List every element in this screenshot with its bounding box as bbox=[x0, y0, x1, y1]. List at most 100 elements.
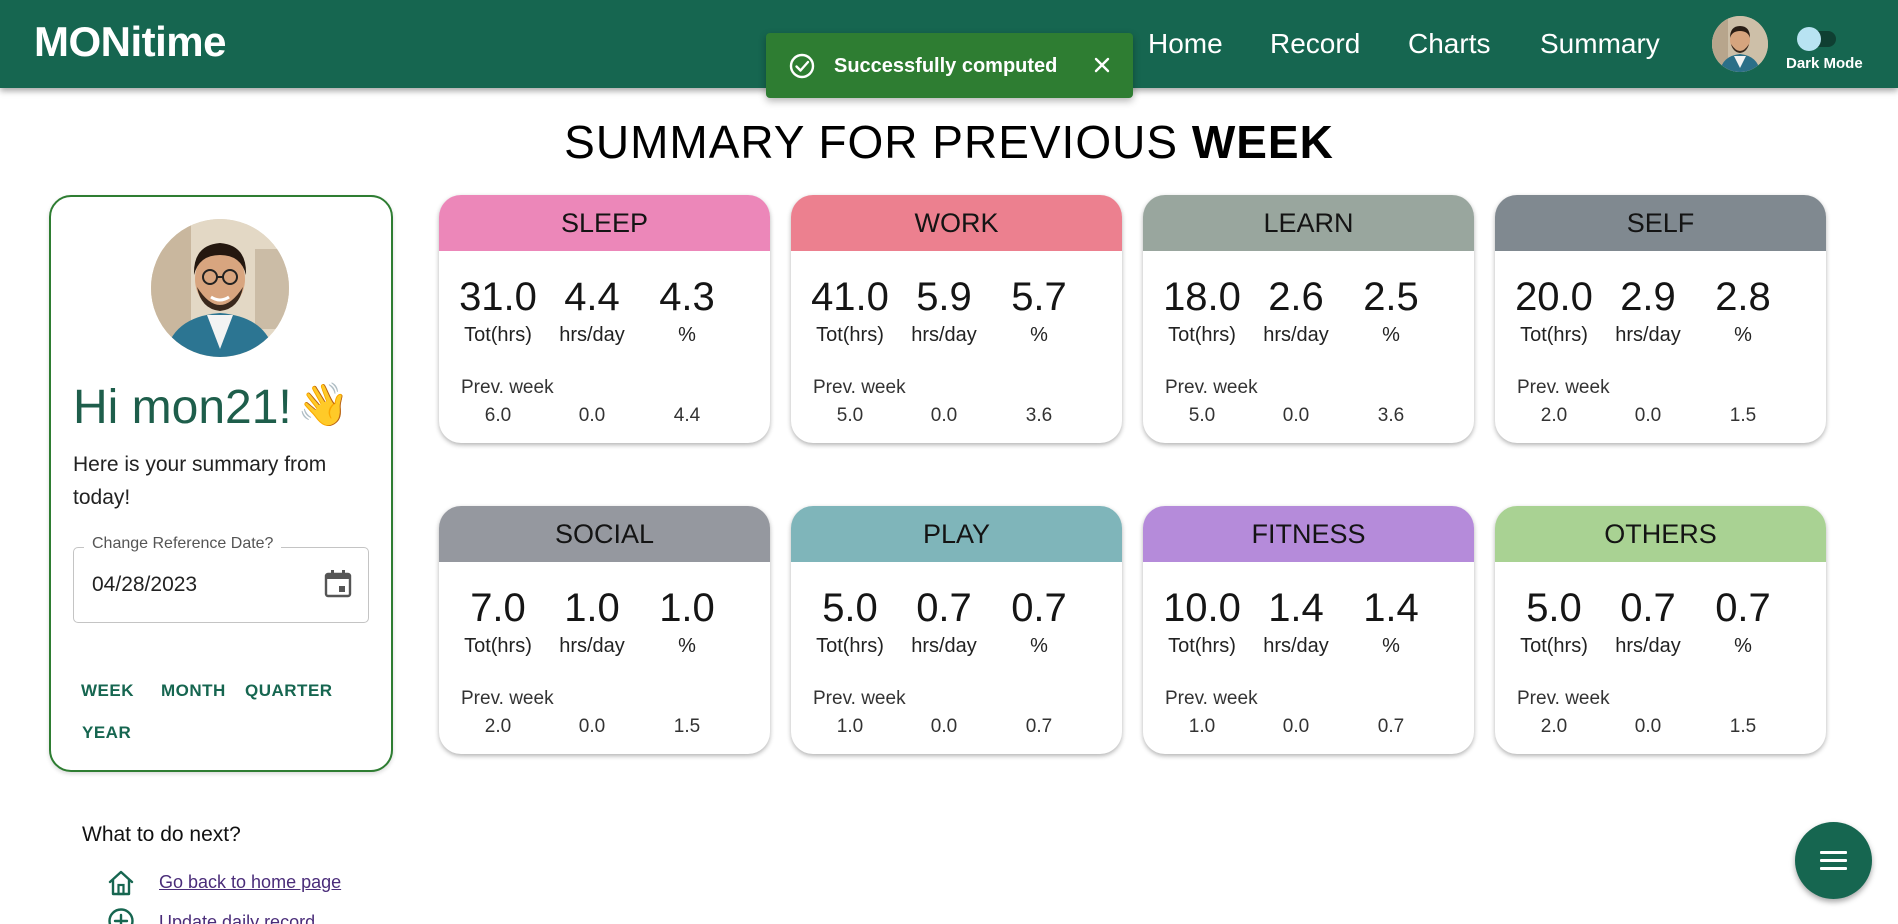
close-icon[interactable] bbox=[1088, 51, 1116, 79]
stat-percent-value: 2.5 bbox=[1363, 275, 1419, 319]
stat-percent-value: 0.7 bbox=[1011, 586, 1067, 630]
category-card-play: PLAY 5.0 Tot(hrs) 1.0 0.7 hrs/day 0.0 0.7% 0.7 Pr… bbox=[791, 506, 1122, 754]
stat-per-day-label: hrs/day bbox=[1615, 324, 1681, 346]
prev-week-label: Prev. week bbox=[813, 688, 906, 709]
category-title: OTHERS bbox=[1495, 506, 1826, 562]
stat-per-day-value: 0.7 bbox=[916, 586, 972, 630]
category-title: LEARN bbox=[1143, 195, 1474, 251]
waving-hand-icon: 👋 bbox=[297, 381, 350, 428]
menu-icon bbox=[1820, 851, 1847, 870]
category-title: PLAY bbox=[791, 506, 1122, 562]
success-snackbar: Successfully computed bbox=[766, 33, 1133, 98]
stat-percent-label: % bbox=[1382, 635, 1400, 657]
app-logo[interactable]: MONitime bbox=[34, 18, 227, 66]
category-title: SELF bbox=[1495, 195, 1826, 251]
category-title: FITNESS bbox=[1143, 506, 1474, 562]
prev-week-label: Prev. week bbox=[1165, 688, 1258, 709]
stat-per-day-label: hrs/day bbox=[911, 635, 977, 657]
category-card-work: WORK 41.0 Tot(hrs) 5.0 5.9 hrs/day 0.0 5.7% 3.6 P… bbox=[791, 195, 1122, 443]
stat-per-day-label: hrs/day bbox=[911, 324, 977, 346]
dark-mode-toggle-knob[interactable] bbox=[1797, 27, 1821, 51]
prev-week-label: Prev. week bbox=[1517, 377, 1610, 398]
reference-date-input[interactable]: 04/28/2023 bbox=[92, 573, 197, 597]
stat-per-day-label: hrs/day bbox=[1263, 635, 1329, 657]
prev-week-per-day-value: 0.0 bbox=[578, 405, 606, 426]
stat-per-day-value: 1.4 bbox=[1268, 586, 1324, 630]
profile-photo bbox=[151, 219, 289, 357]
stat-percent-label: % bbox=[678, 635, 696, 657]
prev-week-per-day-value: 0.0 bbox=[930, 405, 958, 426]
category-card-others: OTHERS 5.0 Tot(hrs) 2.0 0.7 hrs/day 0.0 0.7% 1.5… bbox=[1495, 506, 1826, 754]
reference-date-label: Change Reference Date? bbox=[84, 535, 282, 553]
user-avatar[interactable] bbox=[1712, 16, 1768, 72]
add-circle-icon bbox=[108, 908, 134, 924]
dark-mode-label: Dark Mode bbox=[1786, 55, 1863, 72]
category-card-fitness: FITNESS 10.0 Tot(hrs) 1.0 1.4 hrs/day 0.0 1.4% 0… bbox=[1143, 506, 1474, 754]
stat-percent-value: 2.8 bbox=[1715, 275, 1771, 319]
nav-summary[interactable]: Summary bbox=[1540, 28, 1660, 60]
stat-per-day-value: 4.4 bbox=[564, 275, 620, 319]
category-card-self: SELF 20.0 Tot(hrs) 2.0 2.9 hrs/day 0.0 2.8% 1.5 P… bbox=[1495, 195, 1826, 443]
stat-per-day-value: 5.9 bbox=[916, 275, 972, 319]
stat-per-day-value: 2.6 bbox=[1268, 275, 1324, 319]
range-year-button[interactable]: YEAR bbox=[82, 723, 131, 743]
prev-week-percent-value: 4.4 bbox=[673, 405, 701, 426]
prev-week-percent-value: 3.6 bbox=[1025, 405, 1053, 426]
snackbar-message: Successfully computed bbox=[834, 55, 1058, 77]
stat-per-day-label: hrs/day bbox=[1615, 635, 1681, 657]
prev-week-per-day-value: 0.0 bbox=[1634, 405, 1662, 426]
update-record-link[interactable]: Update daily record bbox=[159, 912, 315, 924]
prev-week-label: Prev. week bbox=[813, 377, 906, 398]
stat-per-day-value: 0.7 bbox=[1620, 586, 1676, 630]
prev-week-percent-value: 1.5 bbox=[1729, 405, 1757, 426]
nav-charts[interactable]: Charts bbox=[1408, 28, 1490, 60]
stat-per-day-label: hrs/day bbox=[559, 324, 625, 346]
stat-per-day-label: hrs/day bbox=[1263, 324, 1329, 346]
prev-week-per-day-value: 0.0 bbox=[1282, 716, 1310, 737]
category-card-learn: LEARN 18.0 Tot(hrs) 5.0 2.6 hrs/day 0.0 2.5% 3.6… bbox=[1143, 195, 1474, 443]
stat-percent-label: % bbox=[1734, 635, 1752, 657]
prev-week-per-day-value: 0.0 bbox=[930, 716, 958, 737]
stat-percent-value: 0.7 bbox=[1715, 586, 1771, 630]
category-title: SOCIAL bbox=[439, 506, 770, 562]
stat-percent-label: % bbox=[1734, 324, 1752, 346]
prev-week-label: Prev. week bbox=[1165, 377, 1258, 398]
stat-percent-label: % bbox=[1382, 324, 1400, 346]
stat-percent-label: % bbox=[1030, 635, 1048, 657]
check-circle-icon bbox=[789, 53, 815, 79]
category-card-sleep: SLEEP 31.0 Tot(hrs) 6.0 4.4 hrs/day 0.0 4.3% 4.4… bbox=[439, 195, 770, 443]
stat-percent-value: 4.3 bbox=[659, 275, 715, 319]
prev-week-per-day-value: 0.0 bbox=[1282, 405, 1310, 426]
prev-week-label: Prev. week bbox=[461, 688, 554, 709]
stat-per-day-value: 2.9 bbox=[1620, 275, 1676, 319]
range-month-button[interactable]: MONTH bbox=[161, 681, 226, 701]
page-title-prefix: SUMMARY FOR PREVIOUS bbox=[564, 116, 1179, 168]
stat-per-day-label: hrs/day bbox=[559, 635, 625, 657]
prev-week-percent-value: 0.7 bbox=[1025, 716, 1053, 737]
next-steps-title: What to do next? bbox=[82, 823, 241, 846]
prev-week-per-day-value: 0.0 bbox=[1634, 716, 1662, 737]
summary-intro: Here is your summary from today! bbox=[73, 453, 327, 509]
stat-percent-value: 1.4 bbox=[1363, 586, 1419, 630]
menu-fab-button[interactable] bbox=[1795, 822, 1872, 899]
range-week-button[interactable]: WEEK bbox=[81, 681, 134, 701]
nav-home[interactable]: Home bbox=[1148, 28, 1223, 60]
stat-percent-label: % bbox=[1030, 324, 1048, 346]
prev-week-percent-value: 0.7 bbox=[1377, 716, 1405, 737]
range-quarter-button[interactable]: QUARTER bbox=[245, 681, 333, 701]
page-title-period: WEEK bbox=[1191, 116, 1334, 168]
stat-percent-value: 5.7 bbox=[1011, 275, 1067, 319]
prev-week-label: Prev. week bbox=[461, 377, 554, 398]
category-title: WORK bbox=[791, 195, 1122, 251]
home-icon bbox=[108, 870, 134, 896]
greeting-text: Hi mon21! bbox=[73, 381, 292, 434]
prev-week-per-day-value: 0.0 bbox=[578, 716, 606, 737]
home-page-link[interactable]: Go back to home page bbox=[159, 872, 341, 893]
category-title: SLEEP bbox=[439, 195, 770, 251]
calendar-icon[interactable] bbox=[322, 568, 354, 600]
stat-percent-label: % bbox=[678, 324, 696, 346]
nav-record[interactable]: Record bbox=[1270, 28, 1360, 60]
category-card-social: SOCIAL 7.0 Tot(hrs) 2.0 1.0 hrs/day 0.0 1.0% 1.5… bbox=[439, 506, 770, 754]
prev-week-percent-value: 1.5 bbox=[1729, 716, 1757, 737]
prev-week-percent-value: 3.6 bbox=[1377, 405, 1405, 426]
